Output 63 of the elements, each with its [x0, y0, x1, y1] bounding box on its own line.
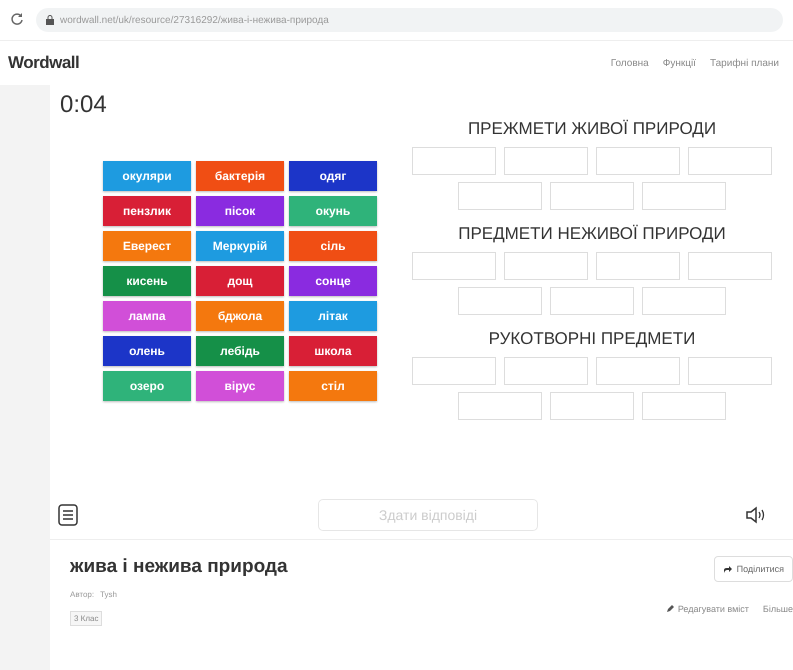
word-tile[interactable]: вірус — [196, 371, 284, 401]
activity-title: жива і нежива природа — [70, 556, 288, 578]
drop-slot[interactable] — [504, 252, 588, 280]
word-tile[interactable]: окуляри — [103, 161, 191, 191]
drop-slot[interactable] — [596, 252, 680, 280]
share-icon — [722, 565, 732, 573]
edit-link[interactable]: Редагувати вміст — [667, 604, 749, 614]
drop-slot[interactable] — [412, 252, 496, 280]
menu-icon[interactable] — [58, 504, 78, 526]
drop-slot[interactable] — [458, 182, 542, 210]
word-tile[interactable]: олень — [103, 336, 191, 366]
drop-slot[interactable] — [412, 357, 496, 385]
word-tile[interactable]: Еверест — [103, 231, 191, 261]
drop-slot[interactable] — [596, 147, 680, 175]
drop-slot[interactable] — [688, 252, 772, 280]
drop-slot[interactable] — [596, 357, 680, 385]
nav-link[interactable]: Тарифні плани — [710, 58, 779, 68]
more-link[interactable]: Більше — [762, 604, 793, 614]
nav-link[interactable]: Головна — [610, 58, 649, 68]
word-tile[interactable]: стіл — [289, 371, 377, 401]
word-tile[interactable]: лебідь — [196, 336, 284, 366]
address-bar[interactable]: wordwall.net/uk/resource/27316292/жива-і-нежива-природа — [36, 8, 783, 32]
site-logo[interactable]: Wordwall — [8, 53, 80, 73]
drop-slot[interactable] — [458, 287, 542, 315]
group-heading: ПРЕДМЕТИ НЕЖИВОЇ ПРИРОДИ — [457, 224, 727, 244]
word-tile[interactable]: бактерія — [196, 161, 284, 191]
word-tile[interactable]: бджола — [196, 301, 284, 331]
author-label: Автор: — [70, 590, 94, 599]
word-tile[interactable]: Меркурій — [196, 231, 284, 261]
drop-slot[interactable] — [642, 287, 726, 315]
word-tile[interactable]: лампа — [103, 301, 191, 331]
drop-slot[interactable] — [688, 147, 772, 175]
word-tile[interactable]: сонце — [289, 266, 377, 296]
drop-slot[interactable] — [504, 357, 588, 385]
drop-slot[interactable] — [458, 392, 542, 420]
grade-tag[interactable]: 3 Клас — [70, 611, 102, 626]
word-tile[interactable]: пензлик — [103, 196, 191, 226]
drop-slot[interactable] — [412, 147, 496, 175]
author-link[interactable]: Tysh — [100, 590, 118, 599]
speaker-icon[interactable] — [745, 506, 767, 524]
drop-slot[interactable] — [550, 182, 634, 210]
word-tile[interactable]: пісок — [196, 196, 284, 226]
word-tile[interactable]: дощ — [196, 266, 284, 296]
drop-slot[interactable] — [550, 287, 634, 315]
drop-slot[interactable] — [688, 357, 772, 385]
word-tile[interactable]: озеро — [103, 371, 191, 401]
group-heading: РУКОТВОРНІ ПРЕДМЕТИ — [488, 329, 696, 349]
drop-slot[interactable] — [642, 182, 726, 210]
drop-slot[interactable] — [504, 147, 588, 175]
word-tile[interactable]: кисень — [103, 266, 191, 296]
word-tile[interactable]: школа — [289, 336, 377, 366]
drop-slot[interactable] — [550, 392, 634, 420]
lock-icon — [46, 15, 54, 25]
word-tile[interactable]: сіль — [289, 231, 377, 261]
group-heading: ПРЕЖМЕТИ ЖИВОЇ ПРИРОДИ — [466, 119, 718, 139]
drop-slot[interactable] — [642, 392, 726, 420]
share-button[interactable]: Поділитися — [714, 556, 793, 582]
timer: 0:04 — [60, 91, 108, 119]
word-tile[interactable]: окунь — [289, 196, 377, 226]
word-tile[interactable]: літак — [289, 301, 377, 331]
nav-link[interactable]: Функції — [662, 58, 696, 68]
word-tile[interactable]: одяг — [289, 161, 377, 191]
pencil-icon — [667, 604, 676, 612]
